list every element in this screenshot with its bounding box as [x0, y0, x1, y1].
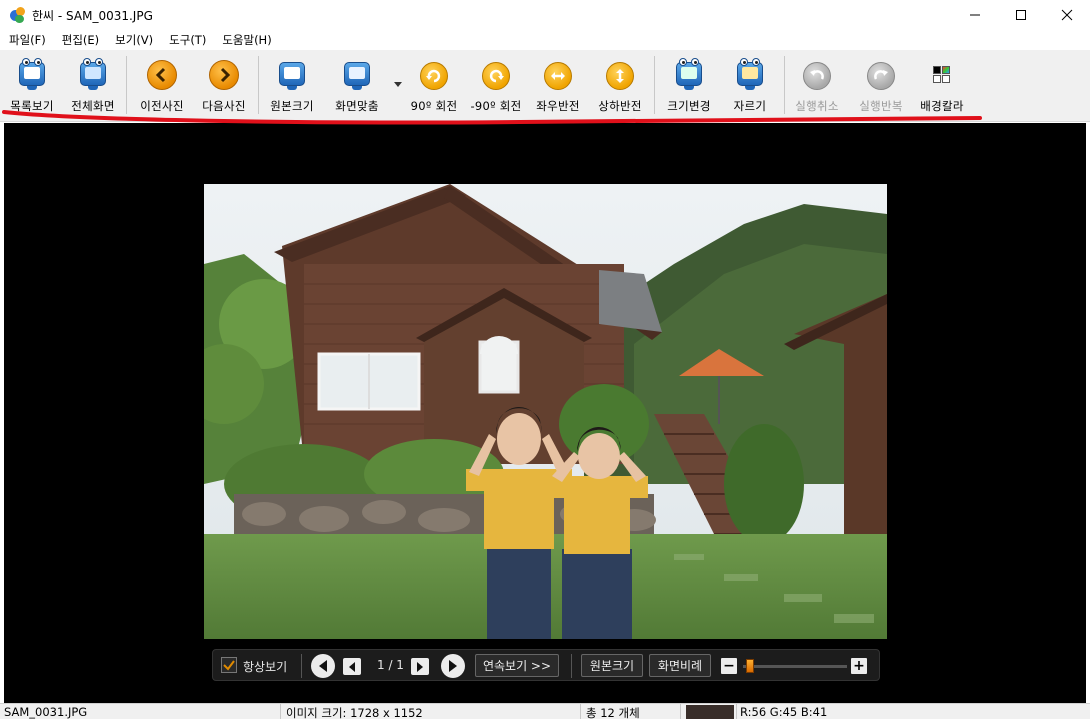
zoom-slider-handle[interactable]: [746, 659, 754, 673]
background-color-button[interactable]: 배경칼라: [914, 54, 970, 116]
zoom-out-button[interactable]: −: [721, 658, 737, 674]
redo-button[interactable]: 실행반복: [852, 54, 910, 116]
arrow-right-small-icon: [417, 661, 423, 672]
resize-icon: [672, 58, 706, 92]
pixel-color-swatch: [686, 705, 734, 719]
status-image-size: 이미지 크기: 1728 x 1152: [286, 706, 423, 719]
control-separator: [301, 654, 302, 678]
undo-icon: [800, 58, 834, 92]
menu-help[interactable]: 도움말(H): [213, 32, 278, 48]
crop-icon: [733, 58, 767, 92]
maximize-button[interactable]: [998, 0, 1044, 30]
prev-page-button[interactable]: [343, 658, 361, 675]
arrow-left-small-icon: [349, 661, 355, 672]
menu-edit[interactable]: 편집(E): [53, 32, 106, 48]
status-total-count: 총 12 개체: [586, 706, 640, 719]
flip-horizontal-button[interactable]: 좌우반전: [530, 54, 586, 116]
color-palette-icon: [925, 58, 959, 92]
status-bar: SAM_0031.JPG 이미지 크기: 1728 x 1152 총 12 개체…: [0, 703, 1090, 719]
status-filename: SAM_0031.JPG: [4, 705, 88, 719]
displayed-photo: [204, 184, 887, 639]
zoom-in-button[interactable]: +: [851, 658, 867, 674]
always-show-checkbox[interactable]: [221, 657, 237, 673]
fit-screen-icon: [340, 58, 374, 92]
page-indicator: 1 / 1: [377, 658, 404, 672]
arrow-left-icon: [319, 660, 327, 672]
crop-button[interactable]: 자르기: [722, 54, 778, 116]
control-separator: [571, 654, 572, 678]
maximize-icon: [1016, 10, 1026, 20]
title-bar: 한씨 - SAM_0031.JPG: [0, 0, 1090, 30]
status-separator: [736, 704, 737, 719]
fit-screen-dropdown-arrow[interactable]: [394, 82, 402, 87]
fullscreen-button[interactable]: 전체화면: [66, 54, 120, 116]
status-rgb: R:56 G:45 B:41: [740, 705, 828, 719]
image-viewer[interactable]: 항상보기 1 / 1 연속보기 >> 원본크기 화면비례 − +: [4, 123, 1086, 703]
original-size-control-button[interactable]: 원본크기: [581, 654, 643, 677]
chevron-right-icon: [207, 58, 241, 92]
toolbar-separator: [654, 56, 655, 114]
flip-vertical-button[interactable]: 상하반전: [592, 54, 648, 116]
zoom-slider-track[interactable]: [743, 665, 847, 668]
next-image-button[interactable]: [441, 654, 465, 678]
toolbar: 목록보기 전체화면 이전사진 다음사진 원본크기 화면맞춤 90º 회전 -90…: [0, 50, 1090, 122]
prev-photo-button[interactable]: 이전사진: [134, 54, 190, 116]
menu-file[interactable]: 파일(F): [0, 32, 53, 48]
minimize-icon: [970, 14, 980, 16]
list-view-icon: [15, 58, 49, 92]
window-title: 한씨 - SAM_0031.JPG: [32, 8, 153, 23]
list-view-button[interactable]: 목록보기: [6, 54, 58, 116]
fit-screen-button[interactable]: 화면맞춤: [328, 54, 386, 116]
minimize-button[interactable]: [952, 0, 998, 30]
fullscreen-icon: [76, 58, 110, 92]
next-page-button[interactable]: [411, 658, 429, 675]
checkmark-icon: [223, 660, 235, 671]
rotate-cw-button[interactable]: 90º 회전: [406, 54, 462, 116]
toolbar-separator: [258, 56, 259, 114]
chevron-left-icon: [145, 58, 179, 92]
prev-image-button[interactable]: [311, 654, 335, 678]
flip-vertical-icon: [603, 58, 637, 92]
viewer-control-bar: 항상보기 1 / 1 연속보기 >> 원본크기 화면비례 − +: [212, 649, 880, 681]
always-show-label: 항상보기: [243, 660, 288, 674]
fit-ratio-button[interactable]: 화면비례: [649, 654, 711, 677]
status-separator: [680, 704, 681, 719]
status-separator: [280, 704, 281, 719]
arrow-right-icon: [449, 660, 457, 672]
flip-horizontal-icon: [541, 58, 575, 92]
menu-view[interactable]: 보기(V): [106, 32, 160, 48]
undo-button[interactable]: 실행취소: [788, 54, 846, 116]
close-button[interactable]: [1044, 0, 1090, 30]
close-icon: [1061, 9, 1073, 21]
minus-icon: −: [723, 658, 735, 674]
resize-button[interactable]: 크기변경: [660, 54, 718, 116]
next-photo-button[interactable]: 다음사진: [196, 54, 252, 116]
rotate-cw-icon: [417, 58, 451, 92]
plus-icon: +: [853, 658, 865, 674]
original-size-button[interactable]: 원본크기: [264, 54, 320, 116]
rotate-ccw-button[interactable]: -90º 회전: [468, 54, 524, 116]
toolbar-separator: [784, 56, 785, 114]
menu-bar: 파일(F) 편집(E) 보기(V) 도구(T) 도움말(H): [0, 30, 1090, 50]
toolbar-separator: [126, 56, 127, 114]
redo-icon: [864, 58, 898, 92]
status-separator: [580, 704, 581, 719]
original-size-icon: [275, 58, 309, 92]
menu-tools[interactable]: 도구(T): [160, 32, 213, 48]
app-icon: [10, 7, 26, 23]
slideshow-button[interactable]: 연속보기 >>: [475, 654, 559, 677]
rotate-ccw-icon: [479, 58, 513, 92]
